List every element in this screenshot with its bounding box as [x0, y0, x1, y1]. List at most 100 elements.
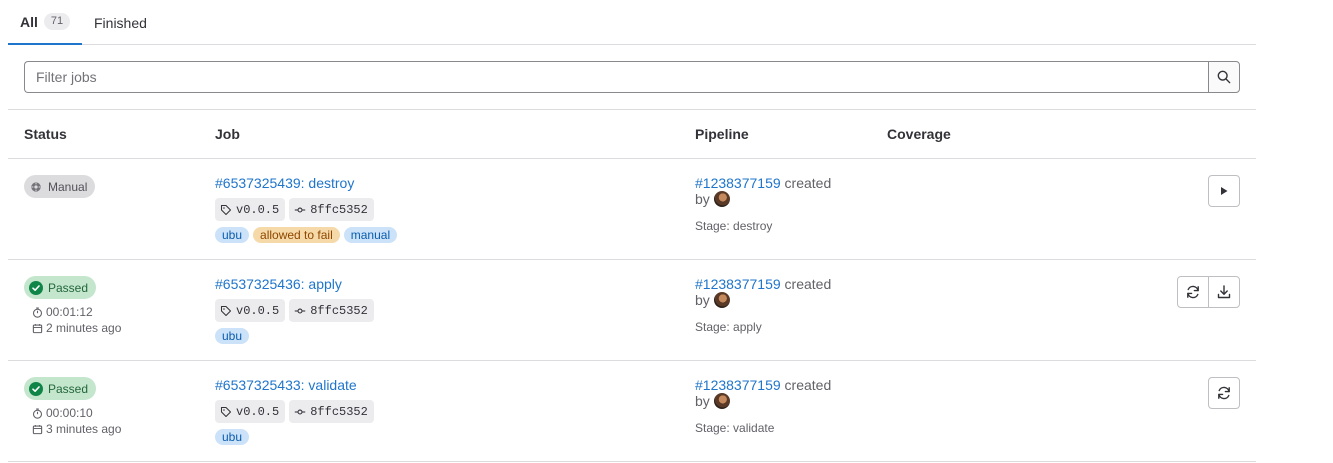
commit-chip[interactable]: 8ffc5352 [289, 299, 374, 322]
label-runner-tag: ubu [215, 328, 250, 344]
download-artifacts-button[interactable] [1208, 276, 1240, 308]
tag-chip[interactable]: v0.0.5 [215, 400, 286, 423]
pipeline-by-text: by [695, 292, 710, 308]
commit-icon [294, 308, 306, 313]
status-text: Passed [48, 280, 89, 295]
job-finished-time: 3 minutes ago [32, 422, 121, 436]
job-actions [1208, 175, 1240, 207]
pipeline-info: #1238377159 created [695, 276, 831, 292]
pipeline-created-text: created [784, 175, 832, 191]
retry-icon [1218, 386, 1230, 400]
filter-jobs-input[interactable] [24, 61, 1209, 93]
duration-text: 00:00:10 [46, 406, 93, 420]
table-row: Passed 00:00:10 3 minutes ago #653732543… [8, 361, 1256, 462]
commit-icon [294, 207, 306, 212]
pipeline-author: by [695, 191, 730, 207]
pipeline-by-text: by [695, 191, 710, 207]
avatar[interactable] [713, 292, 730, 308]
job-duration: 00:01:12 [32, 305, 93, 319]
table-row: Passed 00:01:12 2 minutes ago #653732543… [8, 260, 1256, 361]
pipeline-link[interactable]: #1238377159 [695, 377, 781, 393]
tag-icon [220, 204, 232, 215]
search-icon [1217, 70, 1231, 84]
play-icon [1221, 187, 1228, 195]
tag-chip[interactable]: v0.0.5 [215, 198, 286, 221]
pipeline-link[interactable]: #1238377159 [695, 276, 781, 292]
retry-icon [1187, 285, 1199, 299]
calendar-icon [32, 424, 43, 434]
job-duration: 00:00:10 [32, 406, 93, 420]
job-link[interactable]: #6537325433: validate [215, 377, 357, 393]
commit-sha: 8ffc5352 [310, 202, 368, 217]
download-icon [1217, 285, 1231, 299]
job-link[interactable]: #6537325436: apply [215, 276, 342, 292]
label-allowed-to-fail: allowed to fail [253, 227, 340, 243]
commit-icon [294, 409, 306, 414]
job-refs: v0.0.5 8ffc5352 [215, 299, 378, 322]
commit-sha: 8ffc5352 [310, 404, 368, 419]
pipeline-author: by [695, 292, 730, 308]
commit-chip[interactable]: 8ffc5352 [289, 400, 374, 423]
gear-icon [29, 180, 43, 194]
run-button[interactable] [1208, 175, 1240, 207]
pipeline-info: #1238377159 created [695, 377, 831, 393]
timer-icon [32, 407, 43, 419]
job-refs: v0.0.5 8ffc5352 [215, 400, 378, 423]
column-header-status: Status [24, 126, 67, 142]
timer-icon [32, 306, 43, 318]
finished-text: 2 minutes ago [46, 321, 122, 335]
jobs-tabs: All 71 Finished [8, 0, 1256, 45]
tab-all[interactable]: All 71 [8, 0, 82, 45]
table-row: Manual #6537325439: destroy v0.0.5 8ffc5… [8, 159, 1256, 260]
pipeline-info: #1238377159 created [695, 175, 831, 191]
job-labels: ubu [215, 429, 253, 445]
pipeline-by-text: by [695, 393, 710, 409]
tag-chip[interactable]: v0.0.5 [215, 299, 286, 322]
job-actions [1177, 276, 1240, 308]
divider [8, 109, 1256, 110]
finished-text: 3 minutes ago [46, 422, 122, 436]
status-text: Manual [48, 179, 88, 194]
job-stage: Stage: validate [695, 421, 775, 435]
status-badge[interactable]: Passed [24, 276, 97, 299]
tab-all-count-badge: 71 [43, 13, 71, 30]
jobs-page: All 71 Finished Status Job Pipeline Cove… [8, 0, 1256, 463]
label-runner-tag: ubu [215, 227, 250, 243]
avatar[interactable] [713, 393, 730, 409]
job-stage: Stage: destroy [695, 219, 773, 233]
tag-icon [220, 406, 232, 417]
avatar[interactable] [713, 191, 730, 207]
job-link[interactable]: #6537325439: destroy [215, 175, 354, 191]
job-finished-time: 2 minutes ago [32, 321, 121, 335]
job-labels: ubu [215, 328, 253, 344]
tab-finished-label: Finished [94, 14, 147, 31]
commit-sha: 8ffc5352 [310, 303, 368, 318]
tag-name: v0.0.5 [236, 303, 280, 318]
retry-button[interactable] [1208, 377, 1240, 409]
retry-button[interactable] [1177, 276, 1209, 308]
job-actions [1208, 377, 1240, 409]
status-text: Passed [48, 381, 89, 396]
commit-chip[interactable]: 8ffc5352 [289, 198, 374, 221]
search-button[interactable] [1208, 61, 1240, 93]
calendar-icon [32, 323, 43, 333]
check-circle-icon [29, 381, 43, 396]
pipeline-link[interactable]: #1238377159 [695, 175, 781, 191]
tab-all-label: All [20, 13, 38, 30]
status-badge[interactable]: Manual [24, 175, 96, 198]
pipeline-author: by [695, 393, 730, 409]
tag-name: v0.0.5 [236, 202, 280, 217]
tab-finished[interactable]: Finished [94, 0, 147, 45]
status-badge[interactable]: Passed [24, 377, 97, 400]
tag-icon [220, 305, 232, 316]
pipeline-created-text: created [784, 377, 832, 393]
duration-text: 00:01:12 [46, 305, 93, 319]
column-header-pipeline: Pipeline [695, 126, 749, 142]
column-header-coverage: Coverage [887, 126, 951, 142]
label-manual: manual [343, 227, 398, 243]
job-refs: v0.0.5 8ffc5352 [215, 198, 378, 221]
job-labels: ubu allowed to fail manual [215, 227, 401, 243]
check-circle-icon [29, 280, 43, 295]
column-header-job: Job [215, 126, 240, 142]
tag-name: v0.0.5 [236, 404, 280, 419]
